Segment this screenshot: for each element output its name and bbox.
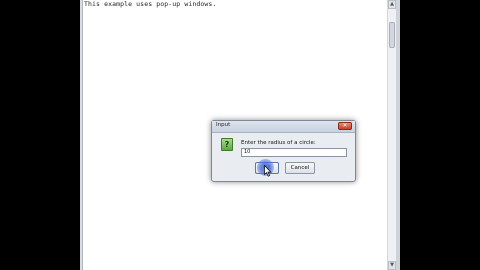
scroll-thumb[interactable] — [389, 22, 395, 48]
close-icon[interactable]: ✕ — [338, 122, 352, 130]
question-icon: ? — [221, 138, 233, 151]
dialog-title: Input — [216, 122, 231, 128]
window-right-border — [396, 0, 400, 270]
vertical-scrollbar[interactable]: ▲ ▼ — [387, 0, 396, 270]
scroll-up-arrow-icon[interactable]: ▲ — [388, 0, 396, 9]
window-left-border — [80, 0, 83, 270]
prompt-label: Enter the radius of a circle: — [241, 140, 316, 146]
dialog-titlebar[interactable]: Input ✕ — [212, 121, 355, 133]
cancel-button[interactable]: Cancel — [285, 162, 315, 174]
scroll-down-arrow-icon[interactable]: ▼ — [388, 261, 396, 270]
radius-input[interactable]: 10 — [241, 148, 347, 157]
input-dialog: Input ✕ ? Enter the radius of a circle: … — [211, 120, 356, 182]
console-output-text: This example uses pop-up windows. — [84, 0, 217, 8]
mouse-cursor-icon — [264, 165, 272, 177]
